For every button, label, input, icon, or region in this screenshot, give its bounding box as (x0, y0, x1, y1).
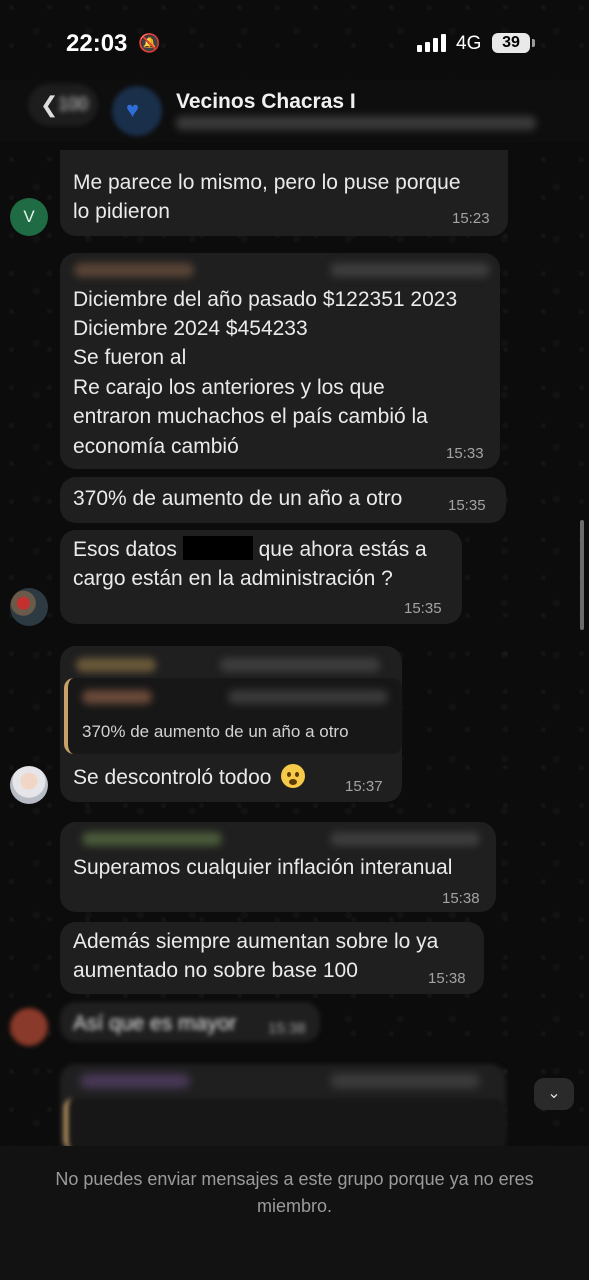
message-text: Diciembre 2024 $454233 (73, 317, 308, 340)
avatar[interactable] (10, 588, 48, 626)
quoted-sender (82, 690, 152, 704)
message-text: Así que es mayor (73, 1012, 237, 1035)
message-time: 15:35 (404, 600, 442, 617)
avatar[interactable] (10, 1008, 48, 1046)
quoted-sender-phone (228, 690, 388, 704)
message-text: Me parece lo mismo, pero lo puse porque (73, 171, 461, 194)
avatar[interactable]: V (10, 198, 48, 236)
message-time: 15:37 (345, 778, 383, 795)
message-bubble[interactable]: Superamos cualquier inflación interanual… (60, 822, 496, 912)
quoted-message[interactable] (64, 1098, 504, 1150)
sender-name (82, 832, 222, 846)
message-text: cargo están en la administración ? (73, 567, 393, 590)
chevron-left-icon[interactable]: ❮ (40, 92, 58, 118)
not-member-notice: No puedes enviar mensajes a este grupo p… (55, 1169, 534, 1216)
battery-icon: 39 (492, 33, 530, 53)
status-bar: 22:03 🔕 4G 39 (0, 0, 589, 80)
status-time: 22:03 (66, 30, 128, 57)
message-text: Además siempre aumentan sobre lo ya (73, 930, 439, 953)
footer-bar: No puedes enviar mensajes a este grupo p… (0, 1146, 589, 1280)
message-bubble[interactable]: Diciembre del año pasado $122351 2023 Di… (60, 253, 500, 469)
quoted-message[interactable]: 370% de aumento de un año a otro (64, 678, 402, 754)
message-bubble[interactable]: 370% de aumento de un año a otro Se desc… (60, 646, 402, 802)
message-text: 370% de aumento de un año a otro (73, 487, 403, 510)
unread-count: 100 (58, 94, 89, 114)
message-text: economía cambió (73, 435, 239, 458)
sender-phone (330, 832, 480, 846)
message-bubble[interactable]: Esos datos que ahora estás a cargo están… (60, 530, 462, 624)
peeking-face-emoji-icon (281, 764, 306, 788)
redaction-box (182, 536, 253, 560)
message-bubble[interactable]: Me parece lo mismo, pero lo puse porque … (60, 150, 508, 236)
network-type: 4G (456, 33, 482, 54)
message-time: 15:38 (442, 890, 480, 907)
sender-name (80, 1074, 190, 1088)
message-bubble[interactable] (60, 1064, 506, 1154)
message-text: aumentado no sobre base 100 (73, 959, 358, 982)
group-members-subtitle (176, 116, 536, 130)
message-text-part: que ahora estás a (258, 538, 427, 561)
bell-muted-icon: 🔕 (138, 33, 161, 53)
avatar[interactable] (10, 766, 48, 804)
sender-name (76, 658, 156, 672)
message-text-part: Esos datos (73, 538, 177, 561)
message-text-part: Se descontroló todoo (73, 766, 272, 789)
chevron-down-icon[interactable]: ⌄ (534, 1078, 574, 1110)
message-time: 15:38 (268, 1020, 306, 1037)
chat-header: ❮ 100 ♥ Vecinos Chacras I (0, 80, 589, 142)
message-text: Se fueron al (73, 346, 187, 369)
message-text: Diciembre del año pasado $122351 2023 (73, 288, 458, 311)
message-bubble[interactable]: Así que es mayor 15:38 (60, 1002, 320, 1042)
sender-phone (220, 658, 380, 672)
message-text: Re carajo los anteriores y los que (73, 376, 385, 399)
sender-phone (330, 263, 490, 277)
message-text: Superamos cualquier inflación interanual (73, 856, 453, 879)
battery-tip (532, 39, 535, 47)
heart-icon: ♥ (126, 97, 140, 122)
message-time: 15:35 (448, 497, 486, 514)
message-text: lo pidieron (73, 200, 170, 223)
message-text: entraron muchachos el país cambió la (73, 405, 428, 428)
message-text: Esos datos que ahora estás a (73, 535, 427, 565)
message-time: 15:38 (428, 970, 466, 987)
message-bubble[interactable]: Además siempre aumentan sobre lo ya aume… (60, 922, 484, 994)
cellular-signal-icon (417, 34, 449, 52)
message-bubble[interactable]: 370% de aumento de un año a otro 15:35 (60, 477, 506, 523)
sender-name (74, 263, 194, 277)
sender-phone (330, 1074, 480, 1088)
message-text: Se descontroló todoo (73, 763, 306, 793)
quoted-text: 370% de aumento de un año a otro (82, 722, 349, 741)
group-name[interactable]: Vecinos Chacras I (176, 90, 356, 114)
scroll-indicator[interactable] (580, 520, 584, 630)
message-time: 15:23 (452, 210, 490, 227)
message-time: 15:33 (446, 445, 484, 462)
